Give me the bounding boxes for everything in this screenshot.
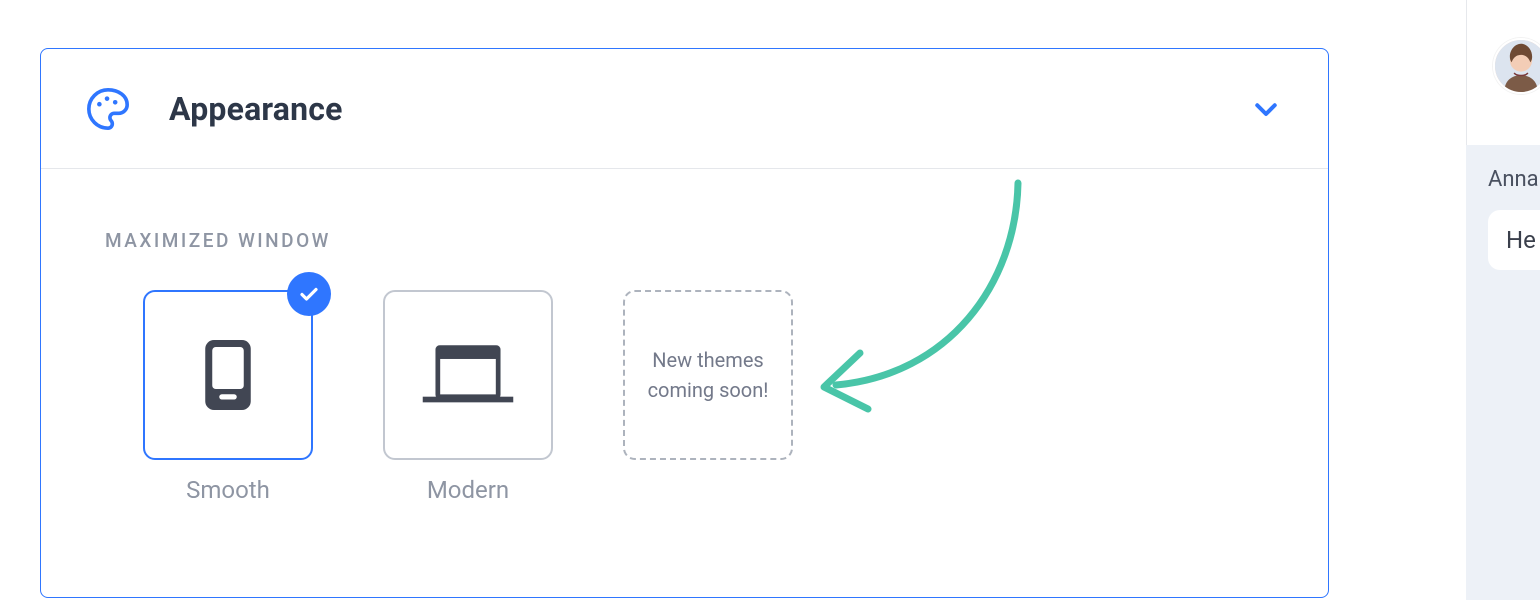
avatar bbox=[1493, 38, 1540, 94]
section-label-maximized-window: MAXIMIZED WINDOW bbox=[105, 229, 1264, 252]
appearance-title: Appearance bbox=[169, 90, 343, 128]
preview-name: Anna bbox=[1488, 167, 1540, 192]
appearance-body: MAXIMIZED WINDOW Smooth bbox=[41, 169, 1328, 504]
theme-option-placeholder: New themes coming soon! bbox=[623, 290, 793, 460]
appearance-header[interactable]: Appearance bbox=[41, 49, 1328, 169]
preview-body: Anna He bbox=[1466, 145, 1540, 600]
theme-tile-modern bbox=[383, 290, 553, 460]
theme-label-modern: Modern bbox=[427, 476, 509, 504]
appearance-card: Appearance MAXIMIZED WINDOW bbox=[40, 48, 1329, 598]
chevron-down-icon[interactable] bbox=[1250, 93, 1282, 125]
theme-tile-smooth bbox=[143, 290, 313, 460]
theme-label-smooth: Smooth bbox=[186, 476, 270, 504]
theme-option-modern[interactable]: Modern bbox=[383, 290, 553, 504]
check-icon bbox=[287, 272, 331, 316]
preview-message: He bbox=[1488, 210, 1540, 270]
theme-option-smooth[interactable]: Smooth bbox=[143, 290, 313, 504]
themes-placeholder: New themes coming soon! bbox=[623, 290, 793, 460]
theme-options-row: Smooth Modern New themes coming soon! bbox=[105, 290, 1264, 504]
palette-icon bbox=[85, 86, 131, 132]
